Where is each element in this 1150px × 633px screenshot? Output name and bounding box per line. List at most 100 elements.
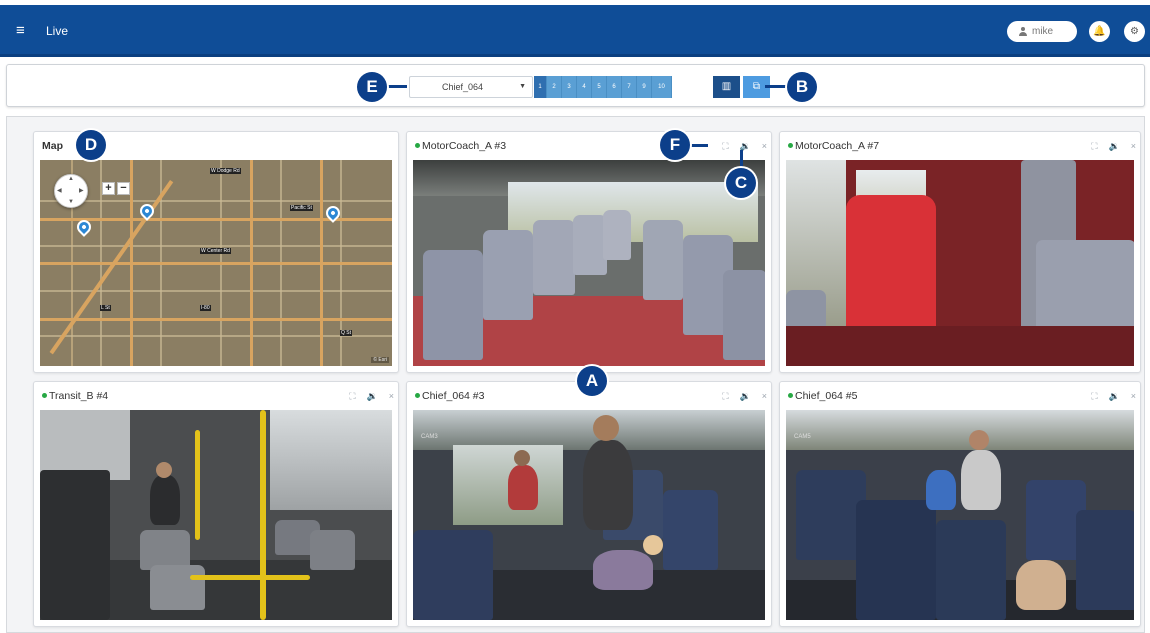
- map-attribution: © Esri: [371, 357, 389, 363]
- expand-icon[interactable]: ⛶: [722, 382, 728, 410]
- camera-tile: Chief_064 #5 ⛶ 🔉 × CAM5: [779, 381, 1141, 627]
- username: mike: [1032, 26, 1054, 37]
- callout-c: C: [726, 168, 756, 198]
- page-button-4[interactable]: 4: [577, 76, 592, 98]
- map-view[interactable]: W Dodge Rd W Center Rd Pacific St L St I…: [40, 160, 392, 366]
- camera-overlay-tag: CAM5: [794, 434, 811, 440]
- camera-tile: Chief_064 #3 ⛶ 🔉 × CAM3: [406, 381, 772, 627]
- camera-title: MotorCoach_A #7: [795, 140, 880, 152]
- page-button-10[interactable]: 10: [652, 76, 672, 98]
- camera-tile: MotorCoach_A #3 ⛶ 🔉 ×: [406, 131, 772, 373]
- camera-feed[interactable]: [413, 160, 765, 366]
- page-button-3[interactable]: 3: [562, 76, 577, 98]
- page-button-2[interactable]: 2: [547, 76, 562, 98]
- camera-tile: MotorCoach_A #7 ⛶ 🔉 ×: [779, 131, 1141, 373]
- close-icon[interactable]: ×: [762, 132, 767, 160]
- vehicle-select-value: Chief_064: [442, 82, 484, 92]
- arrow-left-icon[interactable]: ◀: [57, 187, 62, 194]
- audio-icon[interactable]: 🔉: [1109, 132, 1120, 160]
- page-button-1[interactable]: 1: [534, 76, 547, 98]
- map-canvas[interactable]: W Dodge Rd W Center Rd Pacific St L St I…: [40, 160, 392, 366]
- callout-f-line: [688, 144, 708, 147]
- layout-toolbar: Chief_064 ▼ 1 2 3 4 5 6 7 9 10 ▥ ⧉: [6, 64, 1145, 107]
- bell-icon: 🔔: [1093, 26, 1106, 37]
- tile-controls: ⛶ 🔉 ×: [1091, 132, 1136, 160]
- camera-title: MotorCoach_A #3: [422, 140, 507, 152]
- map-toggle-button[interactable]: ▥: [713, 76, 740, 98]
- user-menu-button[interactable]: mike: [1007, 21, 1077, 42]
- map-icon: ▥: [721, 81, 732, 92]
- camera-tile-header: Chief_064 #5: [780, 382, 1140, 410]
- camera-tile-header: MotorCoach_A #3: [407, 132, 771, 160]
- callout-f: F: [660, 130, 690, 160]
- map-tile: Map W Dodge Rd W Center Rd Pacific St L …: [33, 131, 399, 373]
- expand-icon[interactable]: ⛶: [722, 132, 728, 160]
- tile-controls: ⛶ 🔉 ×: [349, 382, 394, 410]
- camera-feed[interactable]: [40, 410, 392, 620]
- page-title: Live: [46, 24, 69, 38]
- map-label: Q St: [340, 330, 353, 336]
- close-icon[interactable]: ×: [1131, 382, 1136, 410]
- callout-e: E: [357, 72, 387, 102]
- page-button-6[interactable]: 6: [607, 76, 622, 98]
- page-button-5[interactable]: 5: [592, 76, 607, 98]
- layout-page-group: 1 2 3 4 5 6 7 9 10: [534, 76, 672, 98]
- map-pan-control[interactable]: ▲ ▼ ◀ ▶: [54, 174, 88, 208]
- camera-feed[interactable]: CAM5: [786, 410, 1134, 620]
- camera-title: Chief_064 #5: [795, 390, 858, 402]
- page-button-9[interactable]: 9: [637, 76, 652, 98]
- expand-icon[interactable]: ⛶: [349, 382, 355, 410]
- status-dot: [788, 393, 793, 398]
- audio-icon[interactable]: 🔉: [367, 382, 378, 410]
- map-label: Pacific St: [290, 205, 313, 211]
- zoom-out-button[interactable]: −: [117, 182, 130, 195]
- status-dot: [415, 393, 420, 398]
- close-icon[interactable]: ×: [389, 382, 394, 410]
- expand-icon[interactable]: ⛶: [1091, 132, 1097, 160]
- callout-a: A: [577, 366, 607, 396]
- zoom-in-button[interactable]: +: [102, 182, 115, 195]
- camera-overlay-tag: CAM3: [421, 434, 438, 440]
- camera-tile-header: MotorCoach_A #7: [780, 132, 1140, 160]
- status-dot: [415, 143, 420, 148]
- audio-icon[interactable]: 🔉: [1109, 382, 1120, 410]
- video-grid: Map W Dodge Rd W Center Rd Pacific St L …: [6, 116, 1145, 633]
- status-dot: [788, 143, 793, 148]
- callout-e-line: [385, 85, 407, 88]
- page-button-7[interactable]: 7: [622, 76, 637, 98]
- external-link-icon: ⧉: [752, 81, 761, 92]
- expand-icon[interactable]: ⛶: [1091, 382, 1097, 410]
- close-icon[interactable]: ×: [762, 382, 767, 410]
- arrow-up-icon[interactable]: ▲: [68, 176, 74, 182]
- camera-tile-header: Transit_B #4: [34, 382, 398, 410]
- camera-tile: Transit_B #4 ⛶ 🔉 ×: [33, 381, 399, 627]
- camera-title: Transit_B #4: [49, 390, 109, 402]
- arrow-right-icon[interactable]: ▶: [79, 187, 84, 194]
- audio-icon[interactable]: 🔉: [740, 382, 751, 410]
- settings-button[interactable]: ⚙: [1124, 21, 1145, 42]
- close-icon[interactable]: ×: [1131, 132, 1136, 160]
- notifications-button[interactable]: 🔔: [1089, 21, 1110, 42]
- callout-b-line: [765, 85, 789, 88]
- map-label: W Dodge Rd: [210, 168, 241, 174]
- callout-c-line: [740, 150, 743, 170]
- chevron-down-icon: ▼: [519, 83, 526, 90]
- camera-title: Chief_064 #3: [422, 390, 485, 402]
- callout-b: B: [787, 72, 817, 102]
- top-bar: ≡ Live mike 🔔 ⚙: [0, 5, 1150, 57]
- arrow-down-icon[interactable]: ▼: [68, 199, 74, 205]
- tile-controls: ⛶ 🔉 ×: [722, 132, 767, 160]
- map-label: I-80: [200, 305, 211, 311]
- tile-controls: ⛶ 🔉 ×: [1091, 382, 1136, 410]
- callout-d: D: [76, 130, 106, 160]
- map-label: L St: [100, 305, 111, 311]
- camera-feed[interactable]: CAM3: [413, 410, 765, 620]
- camera-feed[interactable]: [786, 160, 1134, 366]
- tile-controls: ⛶ 🔉 ×: [722, 382, 767, 410]
- vehicle-select[interactable]: Chief_064 ▼: [409, 76, 533, 98]
- user-icon: [1019, 27, 1027, 36]
- hamburger-icon[interactable]: ≡: [16, 23, 25, 38]
- map-label: W Center Rd: [200, 248, 231, 254]
- gears-icon: ⚙: [1130, 26, 1139, 37]
- status-dot: [42, 393, 47, 398]
